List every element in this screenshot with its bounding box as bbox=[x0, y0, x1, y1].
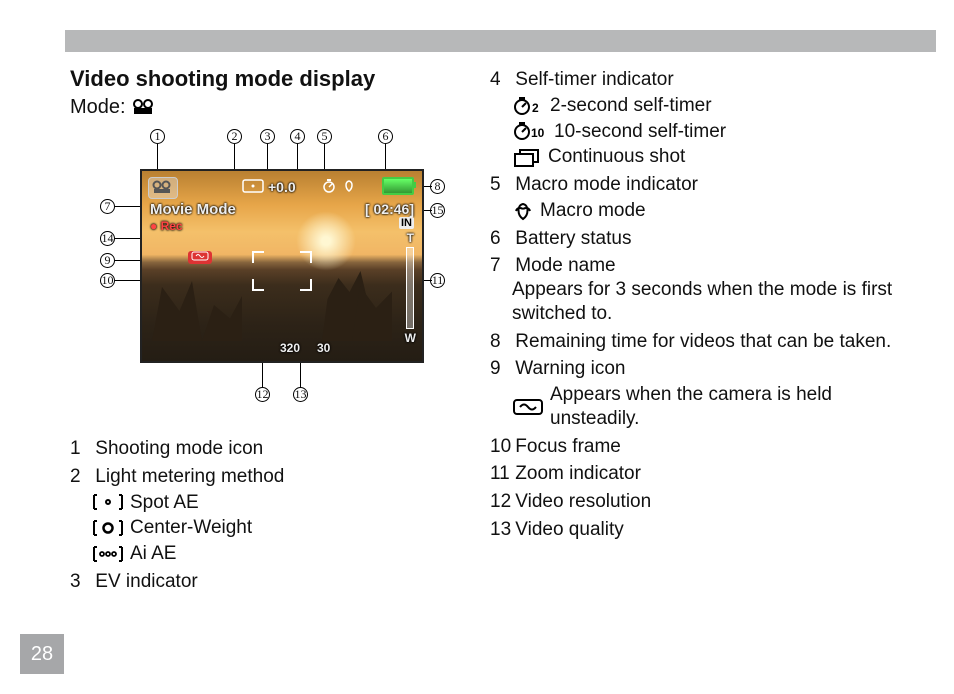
legend-right: 4 Self-timer indicator 2 2-second self-t… bbox=[490, 68, 924, 542]
legend-item-3: 3 EV indicator bbox=[70, 570, 470, 594]
osd-in-tag: IN bbox=[399, 217, 414, 229]
legend-item-6: 6 Battery status bbox=[490, 227, 924, 251]
callout-7: 7 bbox=[100, 199, 115, 214]
osd-focus-frame bbox=[252, 251, 312, 291]
self-timer-10-icon: 10 bbox=[512, 121, 548, 141]
callout-9: 9 bbox=[100, 253, 115, 268]
camera-lcd: +0.0 Movie Mode ● Rec [ 02:46] IN bbox=[140, 169, 424, 363]
page-number-tab: 28 bbox=[20, 634, 64, 674]
sub-macro: Macro mode bbox=[512, 199, 924, 223]
mode-label: Mode: bbox=[70, 96, 126, 118]
callout-11: 11 bbox=[430, 273, 445, 288]
legend-item-10: 10 Focus frame bbox=[490, 435, 924, 459]
callout-13: 13 bbox=[293, 387, 308, 402]
legend-item-8: 8 Remaining time for videos that can be … bbox=[490, 330, 924, 354]
callout-2: 2 bbox=[227, 129, 242, 144]
legend-item-2: 2 Light metering method Spot AE Center-W… bbox=[70, 465, 470, 566]
callout-5: 5 bbox=[317, 129, 332, 144]
osd-zoom-indicator: T W bbox=[405, 231, 416, 345]
left-column: Video shooting mode display Mode: 1 2 3 … bbox=[70, 60, 490, 598]
legend-item-11: 11 Zoom indicator bbox=[490, 462, 924, 486]
svg-text:10: 10 bbox=[531, 126, 545, 140]
lcd-diagram: 1 2 3 4 5 6 7 8 9 10 11 12 13 14 15 bbox=[80, 129, 450, 429]
osd-video-resolution: 320 bbox=[280, 341, 300, 355]
page-content: Video shooting mode display Mode: 1 2 3 … bbox=[70, 60, 924, 598]
legend-item-9: 9 Warning icon Appears when the camera i… bbox=[490, 357, 924, 430]
callout-1: 1 bbox=[150, 129, 165, 144]
center-weight-icon bbox=[92, 519, 124, 537]
osd-mode-name: Movie Mode bbox=[150, 201, 236, 218]
callout-6: 6 bbox=[378, 129, 393, 144]
callout-15: 15 bbox=[430, 203, 445, 218]
sub-ai-ae: Ai AE bbox=[92, 542, 470, 566]
sub-spot-ae: Spot AE bbox=[92, 491, 470, 515]
callout-10: 10 bbox=[100, 273, 115, 288]
sub-continuous: Continuous shot bbox=[512, 145, 924, 169]
desc-7: Appears for 3 seconds when the mode is f… bbox=[512, 278, 924, 326]
header-grey-bar bbox=[65, 30, 936, 52]
right-column: 4 Self-timer indicator 2 2-second self-t… bbox=[490, 60, 924, 598]
osd-battery-icon bbox=[382, 177, 414, 195]
sub-shake: Appears when the camera is held unsteadi… bbox=[512, 383, 924, 431]
osd-remaining-time: [ 02:46] bbox=[365, 201, 414, 217]
osd-meter-icon bbox=[242, 179, 264, 196]
continuous-shot-icon bbox=[512, 147, 542, 167]
osd-warning-icon bbox=[188, 251, 212, 264]
movie-mode-icon bbox=[131, 98, 157, 116]
legend-item-4: 4 Self-timer indicator 2 2-second self-t… bbox=[490, 68, 924, 169]
shake-icon bbox=[512, 398, 544, 416]
legend-item-7: 7 Mode name Appears for 3 seconds when t… bbox=[490, 254, 924, 325]
callout-4: 4 bbox=[290, 129, 305, 144]
legend-item-5: 5 Macro mode indicator Macro mode bbox=[490, 173, 924, 223]
svg-text:2: 2 bbox=[532, 101, 539, 115]
callout-12: 12 bbox=[255, 387, 270, 402]
legend-item-12: 12 Video resolution bbox=[490, 490, 924, 514]
osd-macro-icon bbox=[342, 179, 356, 196]
callout-3: 3 bbox=[260, 129, 275, 144]
legend-item-13: 13 Video quality bbox=[490, 518, 924, 542]
page-title: Video shooting mode display bbox=[70, 66, 470, 92]
mode-line: Mode: bbox=[70, 96, 470, 119]
sub-self-timer-2: 2 2-second self-timer bbox=[512, 94, 924, 118]
osd-ev-value: +0.0 bbox=[268, 179, 296, 195]
legend-item-1: 1 Shooting mode icon bbox=[70, 437, 470, 461]
osd-mode-icon bbox=[148, 177, 178, 199]
osd-video-quality: 30 bbox=[317, 341, 330, 355]
callout-8: 8 bbox=[430, 179, 445, 194]
sub-self-timer-10: 10 10-second self-timer bbox=[512, 120, 924, 144]
ai-ae-icon bbox=[92, 545, 124, 563]
osd-timer-icon bbox=[322, 179, 336, 196]
sub-center-weight: Center-Weight bbox=[92, 516, 470, 540]
legend-left: 1 Shooting mode icon 2 Light metering me… bbox=[70, 437, 470, 594]
callout-14: 14 bbox=[100, 231, 115, 246]
macro-icon bbox=[512, 201, 534, 221]
osd-rec-indicator: ● Rec bbox=[150, 219, 183, 233]
spot-ae-icon bbox=[92, 493, 124, 511]
self-timer-2-icon: 2 bbox=[512, 96, 544, 116]
